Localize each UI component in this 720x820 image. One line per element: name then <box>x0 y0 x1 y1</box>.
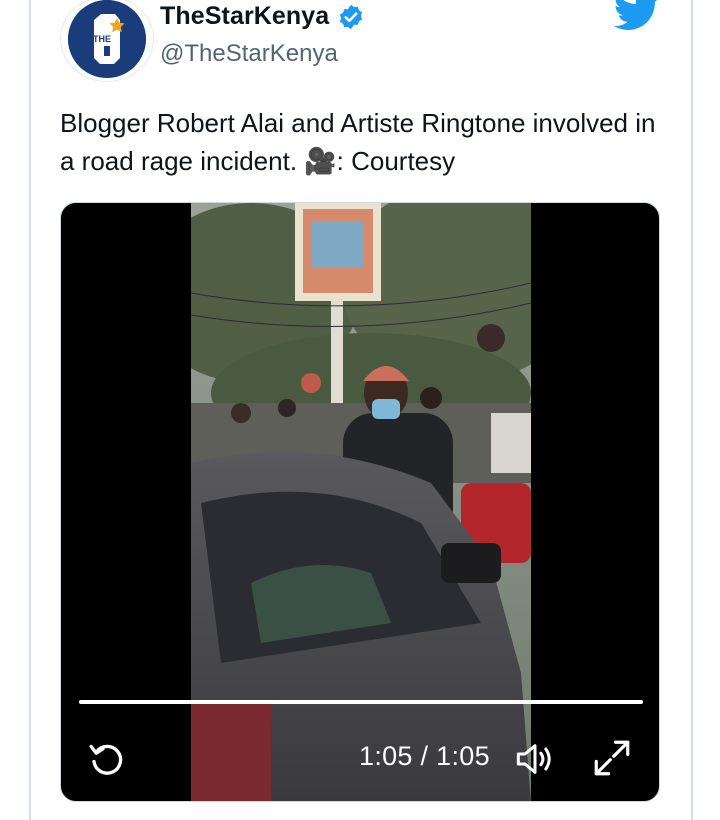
video-time: 1:05 / 1:05 <box>359 741 490 771</box>
fullscreen-icon[interactable] <box>591 737 633 784</box>
replay-icon[interactable] <box>87 739 127 784</box>
volume-icon[interactable] <box>513 739 557 784</box>
verified-badge-icon <box>337 3 365 31</box>
avatar[interactable]: THE <box>60 0 154 82</box>
avatar-logo: THE <box>68 0 146 78</box>
progress-bar[interactable] <box>79 700 643 704</box>
display-name[interactable]: TheStarKenya <box>160 2 329 31</box>
video-player[interactable]: 1:05 / 1:05 <box>60 202 660 802</box>
video-frame <box>191 203 531 801</box>
avatar-small-text: THE <box>93 34 111 44</box>
handle[interactable]: @TheStarKenya <box>160 40 338 68</box>
progress-fill <box>79 700 643 704</box>
twitter-bird-icon[interactable] <box>612 0 662 39</box>
tweet-text: Blogger Robert Alai and Artiste Ringtone… <box>60 108 656 176</box>
